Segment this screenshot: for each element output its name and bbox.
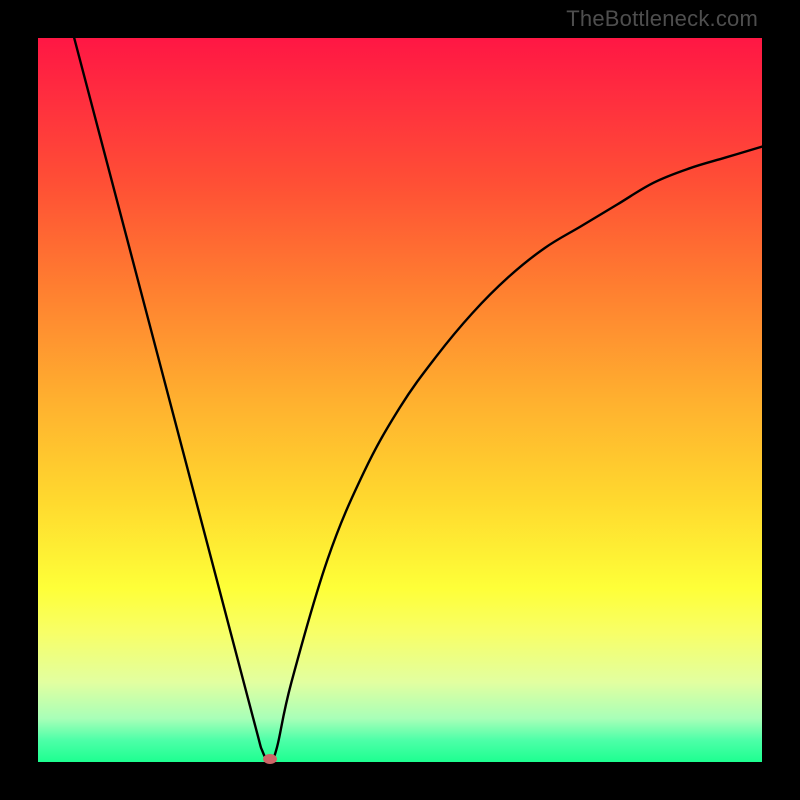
plot-area: [38, 38, 762, 762]
watermark-text: TheBottleneck.com: [566, 6, 758, 32]
chart-frame: TheBottleneck.com: [0, 0, 800, 800]
